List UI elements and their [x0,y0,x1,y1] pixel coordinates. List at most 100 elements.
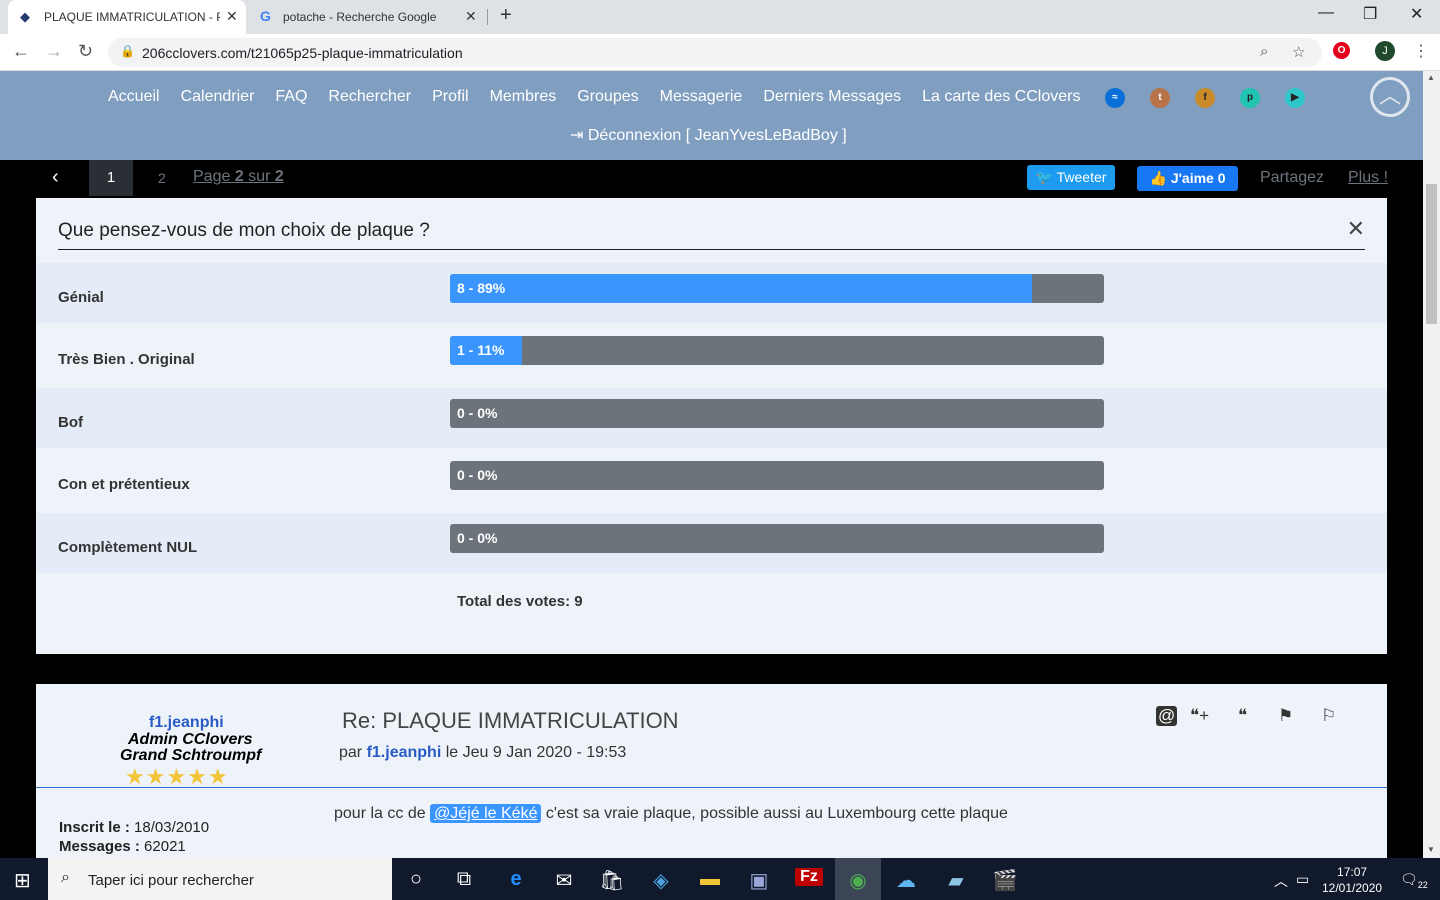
poll-option-value: 8 - 89% [457,280,506,296]
lock-icon: 🔒 [120,44,135,58]
previous-page-icon[interactable]: ‹ [52,166,59,189]
page-2-link[interactable]: 2 [158,170,166,186]
twitter-icon[interactable]: t [1150,88,1170,108]
messages-value: 62021 [144,838,186,855]
pinterest-icon[interactable]: p [1240,88,1260,108]
video-app-icon[interactable]: 🎬 [991,868,1019,893]
bookmark-star-icon[interactable]: ☆ [1292,43,1305,61]
registered-value: 18/03/2010 [134,819,210,836]
page-indicator[interactable]: Page 2 sur 2 [193,168,284,186]
nav-derniers-messages[interactable]: Derniers Messages [763,88,901,106]
scrollbar-thumb[interactable] [1426,184,1437,324]
scroll-top-icon[interactable]: ︿ [1370,77,1410,117]
nav-groupes[interactable]: Groupes [577,88,638,106]
chrome-menu-icon[interactable]: ⋮ [1413,41,1429,61]
page-label-prefix: Page [193,168,235,185]
file-explorer-icon[interactable]: ▬ [696,868,724,891]
page-label-total: 2 [274,168,284,185]
post-title: Re: PLAQUE IMMATRICULATION [342,708,679,733]
poll-question: Que pensez-vous de mon choix de plaque ? [58,220,430,241]
post-meta: par f1.jeanphi le Jeu 9 Jan 2020 - 19:53 [339,744,626,762]
page-1-button[interactable]: 1 [89,160,133,196]
tweet-button[interactable]: 🐦 Tweeter [1027,165,1115,190]
taskbar-clock[interactable]: 17:07 12/01/2020 [1322,864,1382,896]
app-cloud-icon[interactable]: ☁ [892,868,920,893]
notifications-icon[interactable]: 🗨22 [1400,871,1428,890]
more-share-link[interactable]: Plus ! [1348,169,1388,187]
mail-icon[interactable]: ✉ [550,868,578,893]
tray-chevron-icon[interactable]: ︿ [1274,871,1288,891]
nav-membres[interactable]: Membres [490,88,557,106]
clock-date: 12/01/2020 [1322,881,1383,895]
facebook-like-button[interactable]: 👍 J'aime 0 [1137,166,1238,191]
logout-label: Déconnexion [ JeanYvesLeBadBoy ] [587,127,847,144]
site-favicon-icon: ◆ [20,9,30,24]
page-scrollbar[interactable]: ▲ ▼ [1423,71,1440,858]
post-author-name[interactable]: f1.jeanphi [149,714,224,732]
nav-messagerie[interactable]: Messagerie [660,88,743,106]
logout-icon: ⇥ [570,127,588,144]
chrome-icon[interactable]: ◉ [844,868,872,893]
app-notepad-icon[interactable]: ▰ [942,868,970,893]
main-nav: Accueil Calendrier FAQ Rechercher Profil… [108,88,1101,106]
poll-panel: Que pensez-vous de mon choix de plaque ?… [36,198,1387,654]
notification-count: 22 [1417,879,1428,890]
tab-separator [487,9,488,25]
profile-avatar[interactable]: J [1375,41,1395,61]
nav-calendrier[interactable]: Calendrier [181,88,255,106]
filezilla-icon[interactable]: Fz [795,868,823,886]
back-icon[interactable]: ← [12,41,30,62]
nav-accueil[interactable]: Accueil [108,88,160,106]
multi-quote-icon[interactable]: ❝+ [1190,706,1209,726]
poll-option: Très Bien . Original 1 - 11% [36,325,1387,385]
tab-title: PLAQUE IMMATRICULATION - Pa [44,10,220,24]
search-icon: ⌕ [61,869,70,886]
taskbar-search[interactable]: ⌕ Taper ici pour rechercher [48,858,392,900]
facebook-icon[interactable]: f [1195,88,1215,108]
zoom-icon[interactable]: ⌕ [1260,43,1268,60]
scroll-up-icon[interactable]: ▲ [1427,73,1435,82]
post-body: pour la cc de @Jéjé le Kéké c'est sa vra… [334,804,1008,823]
tab-plaque[interactable]: ◆ PLAQUE IMMATRICULATION - Pa ✕ [8,0,246,34]
edge-icon[interactable]: e [502,868,530,891]
nav-profil[interactable]: Profil [432,88,468,106]
windows-taskbar: ⊞ ⌕ Taper ici pour rechercher ○ ⧉ e ✉ 🛍 … [0,858,1440,900]
forward-icon[interactable]: → [45,41,63,62]
tab-google[interactable]: G potache - Recherche Google ✕ [250,0,486,34]
moderate-flag-icon[interactable]: ⚐ [1321,706,1336,726]
poll-option-label: Très Bien . Original [58,351,195,368]
network-icon[interactable]: ▭ [1296,871,1309,888]
maximize-icon[interactable]: ❐ [1363,4,1377,24]
site-header: Accueil Calendrier FAQ Rechercher Profil… [0,71,1423,160]
close-tab-icon[interactable]: ✕ [226,8,238,25]
close-tab-icon[interactable]: ✕ [465,8,477,25]
mention-icon[interactable]: @ [1156,706,1178,726]
task-view-icon[interactable]: ⧉ [450,868,478,891]
logout-link[interactable]: ⇥ Déconnexion [ JeanYvesLeBadBoy ] [570,125,847,145]
nav-rechercher[interactable]: Rechercher [328,88,411,106]
minimize-icon[interactable]: — [1318,4,1334,22]
app-blue-icon[interactable]: ◈ [647,868,675,893]
opera-extension-icon[interactable]: O [1333,42,1350,59]
cortana-icon[interactable]: ○ [402,868,430,891]
reload-icon[interactable]: ↻ [78,41,93,62]
nav-faq[interactable]: FAQ [275,88,307,106]
scroll-down-icon[interactable]: ▼ [1427,845,1435,854]
new-tab-button[interactable]: + [500,4,512,27]
close-poll-icon[interactable]: ✕ [1347,216,1365,242]
browser-tab-bar: ◆ PLAQUE IMMATRICULATION - Pa ✕ G potach… [0,0,1440,34]
poll-option-value: 0 - 0% [457,405,498,421]
quote-icon[interactable]: ❝ [1238,706,1247,726]
windows-start-icon[interactable]: ⊞ [14,868,31,893]
report-flag-icon[interactable]: ⚑ [1278,706,1293,726]
user-mention-link[interactable]: @Jéjé le Kéké [430,804,542,823]
rss-icon[interactable]: ≈ [1105,88,1125,108]
meta-author-link[interactable]: f1.jeanphi [367,744,442,761]
app-purple-icon[interactable]: ▣ [745,868,773,893]
youtube-icon[interactable]: ▶ [1285,88,1305,108]
omnibox[interactable]: 🔒 206cclovers.com/t21065p25-plaque-immat… [108,38,1322,67]
nav-carte-cclovers[interactable]: La carte des CClovers [922,88,1080,106]
close-window-icon[interactable]: ✕ [1410,4,1423,24]
poll-result-bar: 1 - 11% [450,336,1104,365]
store-icon[interactable]: 🛍 [598,868,626,893]
